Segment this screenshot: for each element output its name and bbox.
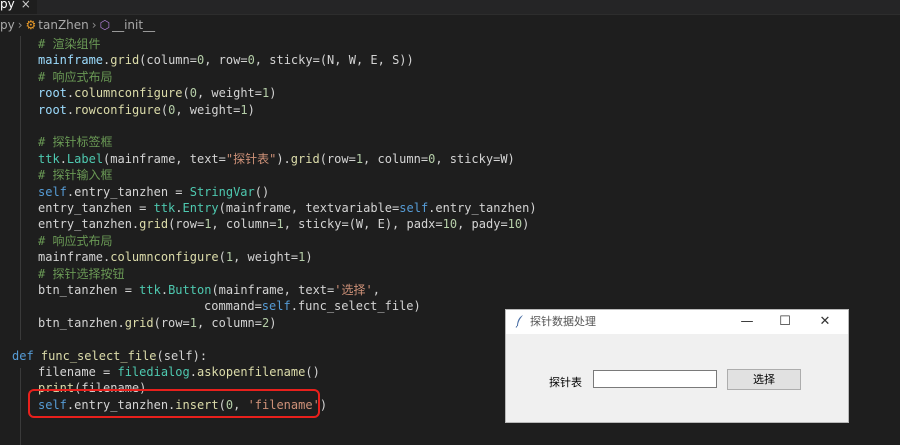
editor-tab-bar: py × — [0, 0, 900, 15]
dialog-titlebar[interactable]: 探针数据处理 — ☐ ✕ — [506, 310, 848, 334]
code-line-16: btn_tanzhen = ttk.Button(mainframe, text… — [38, 283, 380, 297]
code-line-21: filename = filedialog.askopenfilename() — [38, 365, 320, 379]
code-line-7: # 探针标签框 — [38, 135, 113, 150]
code-line-9: # 探针输入框 — [38, 168, 113, 183]
probe-table-label: 探针表 — [549, 376, 582, 389]
code-line-2: mainframe.grid(column=0, row=0, sticky=(… — [38, 53, 414, 68]
method-icon: ⬡ — [99, 18, 111, 32]
indent-guide — [20, 368, 21, 445]
code-line-10: self.entry_tanzhen = StringVar() — [38, 184, 270, 199]
close-tab-icon[interactable]: × — [21, 0, 31, 11]
code-line-15: # 探针选择按钮 — [38, 266, 125, 281]
code-line-8: ttk.Label(mainframe, text="探针表").grid(ro… — [38, 151, 515, 166]
code-line-20: def func_select_file(self): — [12, 348, 208, 363]
code-line-13: # 响应式布局 — [38, 233, 113, 248]
code-line-4: root.columnconfigure(0, weight=1) — [38, 86, 277, 101]
maximize-button[interactable]: ☐ — [766, 310, 804, 334]
code-line-1: # 渲染组件 — [38, 37, 101, 51]
minimize-button[interactable]: — — [728, 310, 766, 334]
chevron-right-icon: › — [17, 18, 23, 32]
code-line-5: root.rowconfigure(0, weight=1) — [38, 102, 255, 117]
feather-icon — [515, 315, 523, 328]
class-icon: ⚙ — [25, 18, 37, 32]
code-line-18: btn_tanzhen.grid(row=1, column=2) — [38, 315, 277, 330]
select-button[interactable]: 选择 — [727, 369, 801, 390]
close-button[interactable]: ✕ — [806, 310, 844, 334]
breadcrumb-class[interactable]: tanZhen — [38, 18, 88, 32]
indent-guide — [20, 36, 21, 340]
tk-dialog-window: 探针数据处理 — ☐ ✕ 探针表 选择 — [505, 309, 849, 423]
code-line-12: entry_tanzhen.grid(row=1, column=1, stic… — [38, 217, 530, 232]
code-line-17: command=self.func_select_file) — [204, 299, 421, 314]
code-line-14: mainframe.columnconfigure(1, weight=1) — [38, 250, 313, 265]
chevron-right-icon: › — [91, 18, 97, 32]
file-tab-label: py — [0, 0, 15, 11]
dialog-title: 探针数据处理 — [530, 315, 596, 328]
breadcrumb-method[interactable]: __init__ — [112, 18, 155, 32]
probe-entry-field[interactable] — [593, 370, 717, 388]
breadcrumb-file[interactable]: py — [0, 18, 15, 32]
red-highlight-box — [28, 389, 320, 418]
file-tab[interactable]: py × — [0, 0, 37, 14]
code-line-3: # 响应式布局 — [38, 69, 113, 84]
code-line-11: entry_tanzhen = ttk.Entry(mainframe, tex… — [38, 201, 537, 215]
breadcrumb: py › ⚙ tanZhen › ⬡ __init__ — [0, 15, 900, 35]
